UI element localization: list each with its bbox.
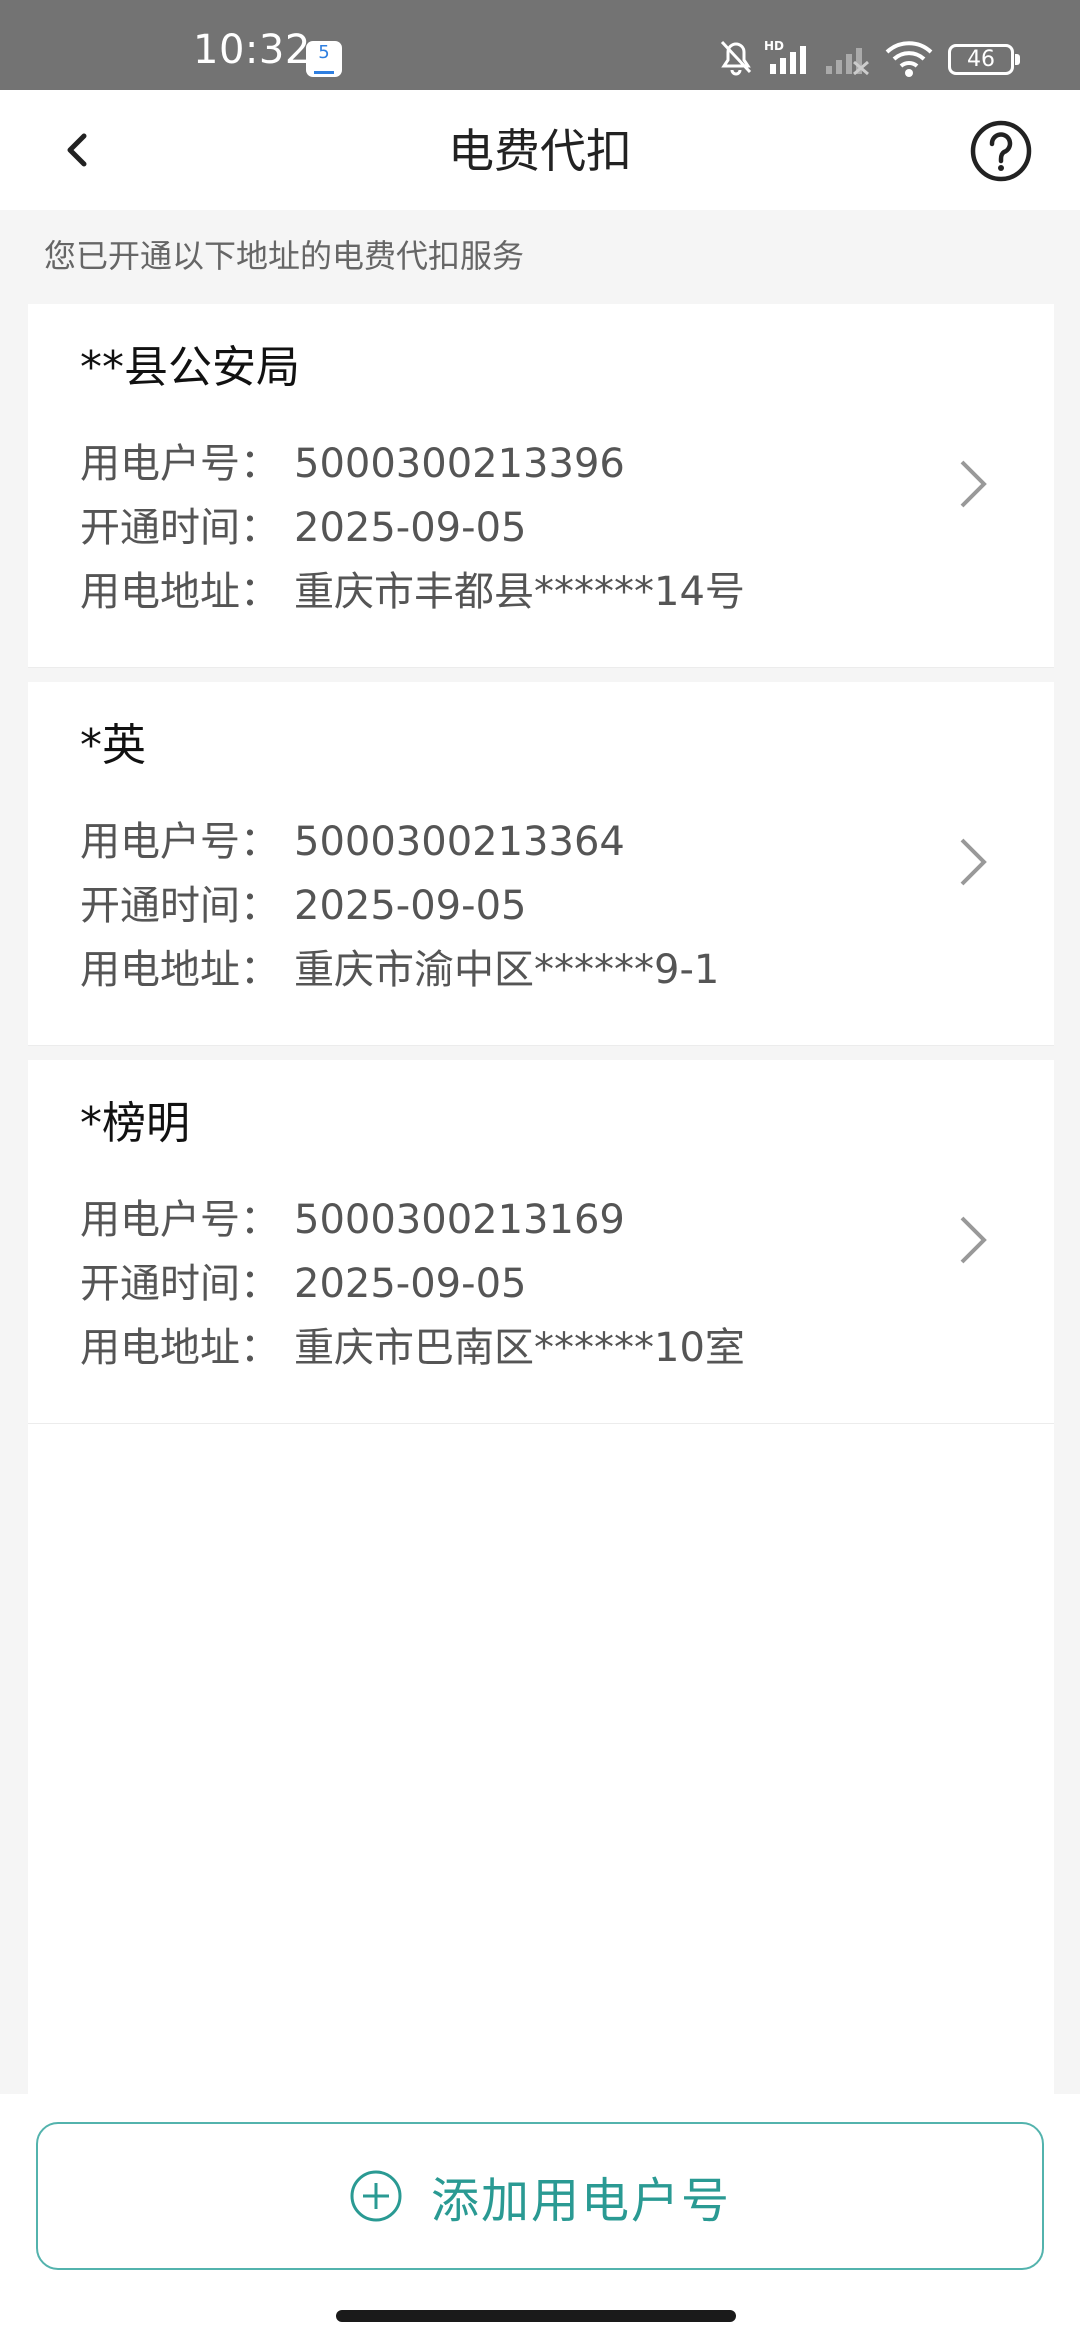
status-bar: 10:32 5 HD 46 — [0, 0, 1080, 90]
address-row: 用电地址： 重庆市巴南区******10室 — [80, 1322, 745, 1374]
account-no-value: 5000300213169 — [294, 1197, 625, 1243]
address-label: 用电地址： — [80, 947, 280, 993]
open-time-value: 2025-09-05 — [294, 883, 527, 929]
open-time-row: 开通时间： 2025-09-05 — [80, 502, 526, 554]
account-list: **县公安局 用电户号： 5000300213396 开通时间： 2025-09-0… — [28, 304, 1054, 1438]
account-no-row: 用电户号： 5000300213396 — [80, 438, 625, 490]
svg-text:HD: HD — [764, 39, 784, 53]
add-account-label: 添加用电户号 — [430, 2173, 731, 2229]
account-card[interactable]: *英 用电户号： 5000300213364 开通时间： 2025-09-05 用电… — [28, 682, 1054, 1046]
account-no-label: 用电户号： — [80, 819, 280, 865]
account-name: **县公安局 — [80, 342, 300, 393]
question-circle-icon[interactable] — [969, 119, 1033, 183]
empty-list-area — [28, 1424, 1054, 2094]
nav-bar: 电费代扣 — [0, 90, 1080, 210]
hd-signal-icon: HD — [764, 39, 806, 74]
account-no-row: 用电户号： 5000300213364 — [80, 816, 625, 868]
open-time-value: 2025-09-05 — [294, 1261, 527, 1307]
open-time-label: 开通时间： — [80, 505, 280, 551]
address-row: 用电地址： 重庆市丰都县******14号 — [80, 566, 745, 618]
address-value: 重庆市渝中区******9-1 — [294, 947, 720, 993]
wifi-icon — [885, 41, 933, 77]
open-time-row: 开通时间： 2025-09-05 — [80, 880, 526, 932]
address-row: 用电地址： 重庆市渝中区******9-1 — [80, 944, 719, 996]
notification-badge-icon: 5 — [306, 41, 342, 77]
signal-weak-icon — [826, 48, 869, 76]
page-title: 电费代扣 — [448, 124, 632, 178]
account-card[interactable]: **县公安局 用电户号： 5000300213396 开通时间： 2025-09-0… — [28, 304, 1054, 668]
account-name: *英 — [80, 720, 146, 771]
section-subtitle: 您已开通以下地址的电费代扣服务 — [44, 237, 525, 275]
account-card[interactable]: *榜明 用电户号： 5000300213169 开通时间： 2025-09-05 用… — [28, 1060, 1054, 1424]
open-time-row: 开通时间： 2025-09-05 — [80, 1258, 526, 1310]
account-no-label: 用电户号： — [80, 441, 280, 487]
bell-off-icon — [720, 40, 752, 76]
address-label: 用电地址： — [80, 569, 280, 615]
plus-circle-icon — [350, 2170, 402, 2222]
account-no-row: 用电户号： 5000300213169 — [80, 1194, 625, 1246]
address-value: 重庆市丰都县******14号 — [294, 569, 745, 615]
open-time-label: 开通时间： — [80, 883, 280, 929]
open-time-label: 开通时间： — [80, 1261, 280, 1307]
account-no-label: 用电户号： — [80, 1197, 280, 1243]
account-no-value: 5000300213364 — [294, 819, 625, 865]
add-account-button[interactable]: 添加用电户号 — [36, 2122, 1044, 2270]
chevron-right-icon — [960, 838, 987, 886]
chevron-right-icon — [960, 460, 987, 508]
battery-icon: 46 — [948, 44, 1020, 75]
account-name: *榜明 — [80, 1098, 190, 1149]
address-label: 用电地址： — [80, 1325, 280, 1371]
home-indicator[interactable] — [336, 2310, 736, 2322]
address-value: 重庆市巴南区******10室 — [294, 1325, 745, 1371]
open-time-value: 2025-09-05 — [294, 505, 527, 551]
chevron-right-icon — [960, 1216, 987, 1264]
account-no-value: 5000300213396 — [294, 441, 625, 487]
status-time: 10:32 — [193, 27, 311, 73]
